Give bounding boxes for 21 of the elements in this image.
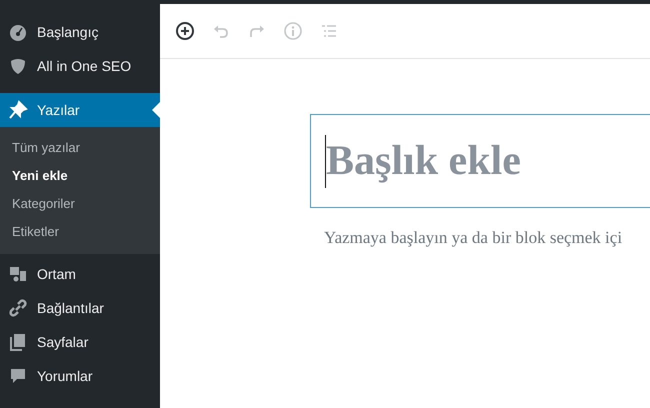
menu-item[interactable]: Sayfalar [0, 325, 160, 359]
dashboard-icon [8, 22, 28, 42]
pin-icon [8, 100, 28, 120]
add-block-button[interactable] [175, 21, 195, 41]
menu-item[interactable]: Bağlantılar [0, 291, 160, 325]
menu-item[interactable]: Başlangıç [0, 15, 160, 49]
text-cursor [325, 135, 326, 188]
link-icon [8, 298, 28, 318]
menu-item[interactable]: Yorumlar [0, 359, 160, 393]
title-field[interactable]: Başlık ekle [310, 114, 650, 208]
submenu-item[interactable]: Etiketler [0, 218, 160, 246]
menu-item[interactable]: All in One SEO [0, 49, 160, 83]
shield-icon [8, 56, 28, 76]
media-icon [8, 264, 28, 284]
menu-item[interactable]: Yazılar [0, 93, 160, 127]
submenu-item[interactable]: Kategoriler [0, 190, 160, 218]
comment-icon [8, 366, 28, 386]
pages-icon [8, 332, 28, 352]
submenu-item[interactable]: Yeni ekle [0, 162, 160, 190]
menu-item[interactable]: Ortam [0, 257, 160, 291]
submenu-item[interactable]: Tüm yazılar [0, 134, 160, 162]
